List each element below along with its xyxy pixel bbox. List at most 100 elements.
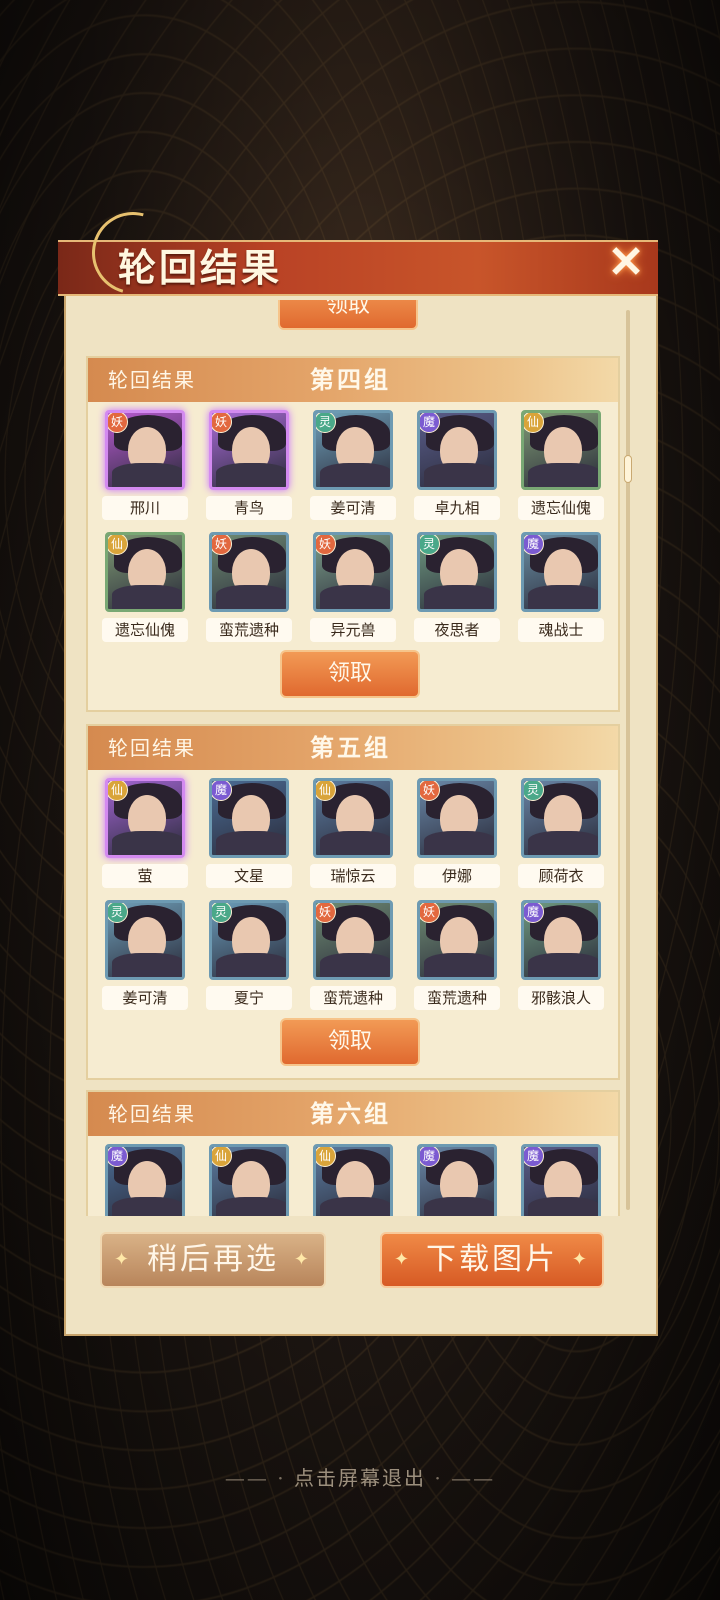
- divider-right: · ——: [434, 1466, 496, 1490]
- member-card[interactable]: 妖蛮荒遗种: [310, 900, 396, 1020]
- portrait-body: [528, 831, 598, 855]
- member-card[interactable]: 仙: [206, 1144, 292, 1216]
- portrait-body: [216, 953, 286, 977]
- member-name: 卓九相: [414, 496, 500, 520]
- group-label: 轮回结果: [108, 736, 196, 760]
- panel-title: 轮回结果: [118, 245, 283, 290]
- character-portrait: 灵: [313, 410, 393, 490]
- portrait-body: [528, 463, 598, 487]
- member-name: 魂战士: [518, 618, 604, 642]
- previous-claim-button[interactable]: 领取: [278, 300, 418, 330]
- diamond-icon: ✦: [293, 1249, 312, 1270]
- member-card[interactable]: 魔: [414, 1144, 500, 1216]
- member-card[interactable]: 妖青鸟: [206, 410, 292, 530]
- download-image-button[interactable]: ✦ 下载图片 ✦: [380, 1232, 604, 1288]
- scrollbar-track: [626, 310, 630, 1210]
- diamond-icon: ✦: [114, 1249, 133, 1270]
- member-card[interactable]: 仙瑞惊云: [310, 778, 396, 898]
- member-name: 青鸟: [206, 496, 292, 520]
- member-card[interactable]: 灵姜可清: [102, 900, 188, 1020]
- portrait-body: [424, 463, 494, 487]
- choose-later-button[interactable]: ✦ 稍后再选 ✦: [100, 1232, 326, 1288]
- group-header: 轮回结果 第四组: [88, 358, 618, 402]
- character-portrait: 仙: [105, 532, 185, 612]
- member-card[interactable]: 灵顾荷衣: [518, 778, 604, 898]
- results-scroll-area[interactable]: 领取 轮回结果 第四组 妖邢川妖青鸟灵姜可清魔卓九相仙遗忘仙傀仙遗忘仙傀妖蛮荒遗…: [86, 300, 620, 1216]
- group-name: 第五组: [310, 733, 391, 762]
- member-name: 夏宁: [206, 986, 292, 1010]
- portrait-body: [528, 585, 598, 609]
- group-label: 轮回结果: [108, 368, 196, 392]
- result-group-4: 轮回结果 第四组 妖邢川妖青鸟灵姜可清魔卓九相仙遗忘仙傀仙遗忘仙傀妖蛮荒遗种妖异…: [86, 356, 620, 712]
- member-card[interactable]: 灵夏宁: [206, 900, 292, 1020]
- faction-badge-icon: 妖: [212, 413, 232, 433]
- character-portrait: 妖: [105, 410, 185, 490]
- result-group-6: 轮回结果 第六组 魔 仙 仙 魔 魔: [86, 1090, 620, 1216]
- faction-badge-icon: 魔: [420, 413, 440, 433]
- faction-badge-icon: 仙: [316, 781, 336, 801]
- member-card[interactable]: 妖蛮荒遗种: [414, 900, 500, 1020]
- member-card[interactable]: 仙萤: [102, 778, 188, 898]
- faction-badge-icon: 妖: [108, 413, 128, 433]
- claim-button[interactable]: 领取: [280, 1018, 420, 1066]
- member-card[interactable]: 魔魂战士: [518, 532, 604, 652]
- claim-button[interactable]: 领取: [280, 650, 420, 698]
- member-name: 蛮荒遗种: [206, 618, 292, 642]
- member-card[interactable]: 魔: [518, 1144, 604, 1216]
- portrait-body: [112, 585, 182, 609]
- member-card[interactable]: 魔邪骸浪人: [518, 900, 604, 1020]
- character-portrait: 妖: [209, 532, 289, 612]
- member-card[interactable]: 妖异元兽: [310, 532, 396, 652]
- character-portrait: 灵: [521, 778, 601, 858]
- member-card[interactable]: 妖伊娜: [414, 778, 500, 898]
- group-label: 轮回结果: [108, 1102, 196, 1126]
- portrait-body: [216, 831, 286, 855]
- character-portrait: 仙: [313, 778, 393, 858]
- exit-hint[interactable]: —— · 点击屏幕退出 · ——: [0, 1462, 720, 1491]
- portrait-body: [112, 463, 182, 487]
- member-name: 姜可清: [310, 496, 396, 520]
- character-portrait: 仙: [521, 410, 601, 490]
- portrait-body: [528, 1197, 598, 1216]
- member-card[interactable]: 妖蛮荒遗种: [206, 532, 292, 652]
- download-image-label: 下载图片: [426, 1242, 558, 1277]
- character-portrait: 妖: [313, 532, 393, 612]
- scrollbar-thumb[interactable]: [624, 455, 632, 483]
- member-card[interactable]: 妖邢川: [102, 410, 188, 530]
- faction-badge-icon: 妖: [420, 903, 440, 923]
- faction-badge-icon: 妖: [212, 535, 232, 555]
- member-name: 萤: [102, 864, 188, 888]
- character-portrait: 魔: [521, 900, 601, 980]
- member-card[interactable]: 仙: [310, 1144, 396, 1216]
- portrait-body: [528, 953, 598, 977]
- member-name: 邪骸浪人: [518, 986, 604, 1010]
- group-header: 轮回结果 第五组: [88, 726, 618, 770]
- portrait-body: [424, 585, 494, 609]
- member-card[interactable]: 魔卓九相: [414, 410, 500, 530]
- portrait-body: [320, 953, 390, 977]
- group-header: 轮回结果 第六组: [88, 1092, 618, 1136]
- member-name: 伊娜: [414, 864, 500, 888]
- portrait-body: [112, 953, 182, 977]
- member-name: 蛮荒遗种: [310, 986, 396, 1010]
- result-group-5: 轮回结果 第五组 仙萤魔文星仙瑞惊云妖伊娜灵顾荷衣灵姜可清灵夏宁妖蛮荒遗种妖蛮荒…: [86, 724, 620, 1080]
- member-card[interactable]: 仙遗忘仙傀: [518, 410, 604, 530]
- portrait-body: [112, 831, 182, 855]
- close-button[interactable]: ✕: [598, 234, 654, 290]
- portrait-body: [320, 1197, 390, 1216]
- close-icon: ✕: [607, 236, 645, 288]
- character-portrait: 灵: [417, 532, 497, 612]
- member-card[interactable]: 魔文星: [206, 778, 292, 898]
- member-card[interactable]: 灵夜思者: [414, 532, 500, 652]
- portrait-body: [216, 1197, 286, 1216]
- member-card[interactable]: 灵姜可清: [310, 410, 396, 530]
- faction-badge-icon: 灵: [212, 903, 232, 923]
- member-name: 遗忘仙傀: [102, 618, 188, 642]
- faction-badge-icon: 妖: [316, 903, 336, 923]
- character-portrait: 灵: [105, 900, 185, 980]
- faction-badge-icon: 灵: [316, 413, 336, 433]
- character-portrait: 妖: [417, 900, 497, 980]
- faction-badge-icon: 魔: [524, 903, 544, 923]
- member-card[interactable]: 魔: [102, 1144, 188, 1216]
- member-card[interactable]: 仙遗忘仙傀: [102, 532, 188, 652]
